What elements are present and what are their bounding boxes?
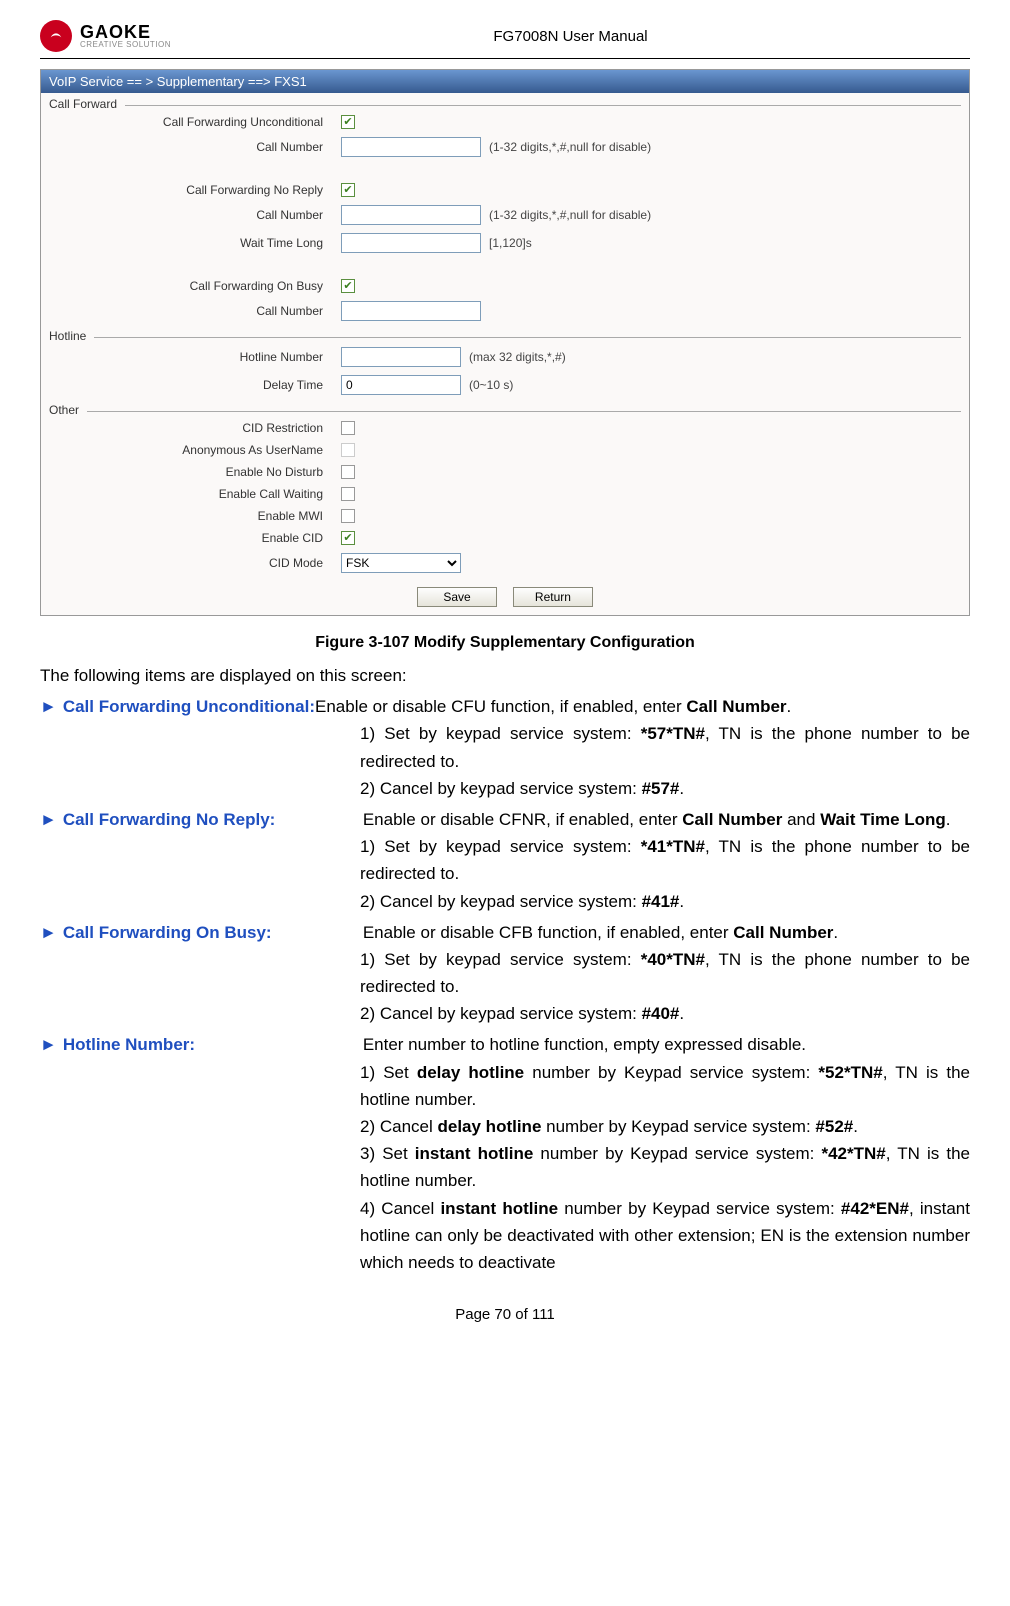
brand-name: GAOKE [80, 23, 171, 41]
cid-restriction-checkbox[interactable] [341, 421, 355, 435]
cfu-callnum-label: Call Number [41, 140, 341, 154]
enable-cid-label: Enable CID [41, 531, 341, 545]
cfu-callnum-input[interactable] [341, 137, 481, 157]
hotline-num-input[interactable] [341, 347, 461, 367]
hotline-desc-0: Enter number to hotline function, empty … [363, 1031, 806, 1058]
section-call-forward: Call Forward [41, 93, 969, 111]
return-button[interactable]: Return [513, 587, 593, 607]
no-disturb-checkbox[interactable] [341, 465, 355, 479]
cfnr-callnum-label: Call Number [41, 208, 341, 222]
cfnr-hint: (1-32 digits,*,#,null for disable) [489, 208, 651, 222]
call-waiting-label: Enable Call Waiting [41, 487, 341, 501]
param-cfnr: Call Forwarding No Reply: [63, 806, 363, 833]
cfb-desc-1: 1) Set by keypad service system: *40*TN#… [360, 946, 970, 1000]
arrow-icon: ► [40, 693, 57, 720]
cfb-desc: Enable or disable CFB function, if enabl… [363, 919, 838, 946]
hotline-num-label: Hotline Number [41, 350, 341, 364]
call-waiting-checkbox[interactable] [341, 487, 355, 501]
cfb-callnum-label: Call Number [41, 304, 341, 318]
mwi-checkbox[interactable] [341, 509, 355, 523]
cfnr-checkbox[interactable] [341, 183, 355, 197]
anon-username-checkbox[interactable] [341, 443, 355, 457]
cfnr-wait-hint: [1,120]s [489, 236, 532, 250]
cfnr-label: Call Forwarding No Reply [41, 183, 341, 197]
param-cfu: Call Forwarding Unconditional: [63, 693, 315, 720]
cid-restriction-label: CID Restriction [41, 421, 341, 435]
figure-caption: Figure 3-107 Modify Supplementary Config… [40, 634, 970, 652]
param-cfb: Call Forwarding On Busy: [63, 919, 363, 946]
description-text: The following items are displayed on thi… [40, 662, 970, 1276]
section-hotline: Hotline [41, 325, 969, 343]
config-window: VoIP Service == > Supplementary ==> FXS1… [40, 69, 970, 616]
hotline-num-hint: (max 32 digits,*,#) [469, 350, 566, 364]
hotline-desc-4: 4) Cancel instant hotline number by Keyp… [360, 1195, 970, 1277]
cfu-hint: (1-32 digits,*,#,null for disable) [489, 140, 651, 154]
param-hotline: Hotline Number: [63, 1031, 363, 1058]
divider-line [125, 105, 961, 106]
cfnr-desc-2: 2) Cancel by keypad service system: #41#… [360, 888, 970, 915]
cfu-desc-1: 1) Set by keypad service system: *57*TN#… [360, 720, 970, 774]
arrow-icon: ► [40, 1031, 57, 1058]
window-titlebar: VoIP Service == > Supplementary ==> FXS1 [41, 70, 969, 93]
hotline-desc-1: 1) Set delay hotline number by Keypad se… [360, 1059, 970, 1113]
cfnr-wait-label: Wait Time Long [41, 236, 341, 250]
cfnr-wait-input[interactable] [341, 233, 481, 253]
section-title: Other [49, 403, 79, 417]
logo-icon [40, 20, 72, 52]
cfu-checkbox[interactable] [341, 115, 355, 129]
cfu-desc-2: 2) Cancel by keypad service system: #57#… [360, 775, 970, 802]
arrow-icon: ► [40, 919, 57, 946]
hotline-desc-2: 2) Cancel delay hotline number by Keypad… [360, 1113, 970, 1140]
hotline-desc-3: 3) Set instant hotline number by Keypad … [360, 1140, 970, 1194]
intro-line: The following items are displayed on thi… [40, 662, 970, 689]
delay-time-label: Delay Time [41, 378, 341, 392]
save-button[interactable]: Save [417, 587, 497, 607]
cfnr-desc-1: 1) Set by keypad service system: *41*TN#… [360, 833, 970, 887]
button-bar: Save Return [41, 577, 969, 615]
section-other: Other [41, 399, 969, 417]
cfb-label: Call Forwarding On Busy [41, 279, 341, 293]
no-disturb-label: Enable No Disturb [41, 465, 341, 479]
enable-cid-checkbox[interactable] [341, 531, 355, 545]
delay-time-hint: (0~10 s) [469, 378, 513, 392]
section-title: Call Forward [49, 97, 117, 111]
mwi-label: Enable MWI [41, 509, 341, 523]
divider-line [94, 337, 961, 338]
cfb-callnum-input[interactable] [341, 301, 481, 321]
brand-tagline: CREATIVE SOLUTION [80, 41, 171, 49]
brand-logo: GAOKE CREATIVE SOLUTION [40, 20, 171, 52]
arrow-icon: ► [40, 806, 57, 833]
cfb-checkbox[interactable] [341, 279, 355, 293]
delay-time-input[interactable] [341, 375, 461, 395]
divider-line [87, 411, 961, 412]
anon-username-label: Anonymous As UserName [41, 443, 341, 457]
swoosh-icon [48, 28, 64, 44]
cid-mode-label: CID Mode [41, 556, 341, 570]
section-title: Hotline [49, 329, 86, 343]
cid-mode-select[interactable]: FSK [341, 553, 461, 573]
cfu-label: Call Forwarding Unconditional [41, 115, 341, 129]
page-footer: Page 70 of 111 [40, 1306, 970, 1323]
cfb-desc-2: 2) Cancel by keypad service system: #40#… [360, 1000, 970, 1027]
document-title: FG7008N User Manual [171, 28, 970, 45]
page-header: GAOKE CREATIVE SOLUTION FG7008N User Man… [40, 20, 970, 59]
cfnr-desc: Enable or disable CFNR, if enabled, ente… [363, 806, 951, 833]
cfnr-callnum-input[interactable] [341, 205, 481, 225]
cfu-desc: Enable or disable CFU function, if enabl… [315, 693, 791, 720]
